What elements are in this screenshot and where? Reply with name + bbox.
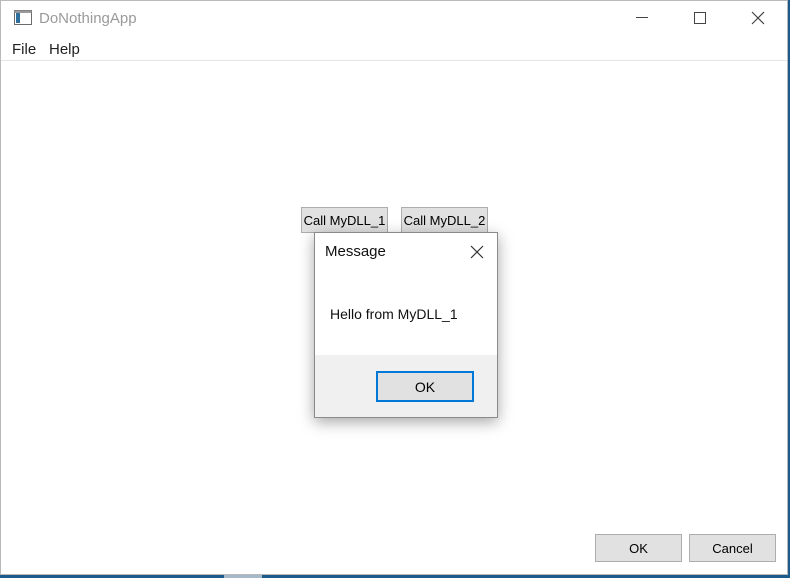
message-dialog: Message Hello from MyDLL_1 OK	[314, 232, 498, 418]
title-bar[interactable]: DoNothingApp	[1, 1, 787, 35]
menu-bar: File Help	[1, 38, 787, 61]
app-window-icon	[14, 10, 32, 25]
close-button[interactable]	[729, 1, 787, 35]
cancel-button[interactable]: Cancel	[689, 534, 776, 562]
minimize-icon	[636, 17, 648, 18]
maximize-button[interactable]	[671, 1, 729, 35]
minimize-button[interactable]	[613, 1, 671, 35]
dialog-footer: OK	[315, 355, 497, 417]
call-mydll-2-button[interactable]: Call MyDLL_2	[401, 207, 488, 233]
dialog-title: Message	[325, 243, 386, 260]
dialog-ok-button[interactable]: OK	[376, 371, 474, 402]
window-title: DoNothingApp	[39, 10, 137, 27]
call-mydll-1-button[interactable]: Call MyDLL_1	[301, 207, 388, 233]
close-icon	[751, 11, 765, 25]
maximize-icon	[694, 12, 706, 24]
dialog-message: Hello from MyDLL_1	[330, 306, 458, 322]
dialog-close-button[interactable]	[463, 239, 491, 265]
ok-button[interactable]: OK	[595, 534, 682, 562]
menu-file[interactable]: File	[12, 41, 36, 58]
menu-help[interactable]: Help	[49, 41, 80, 58]
close-icon	[470, 245, 484, 259]
